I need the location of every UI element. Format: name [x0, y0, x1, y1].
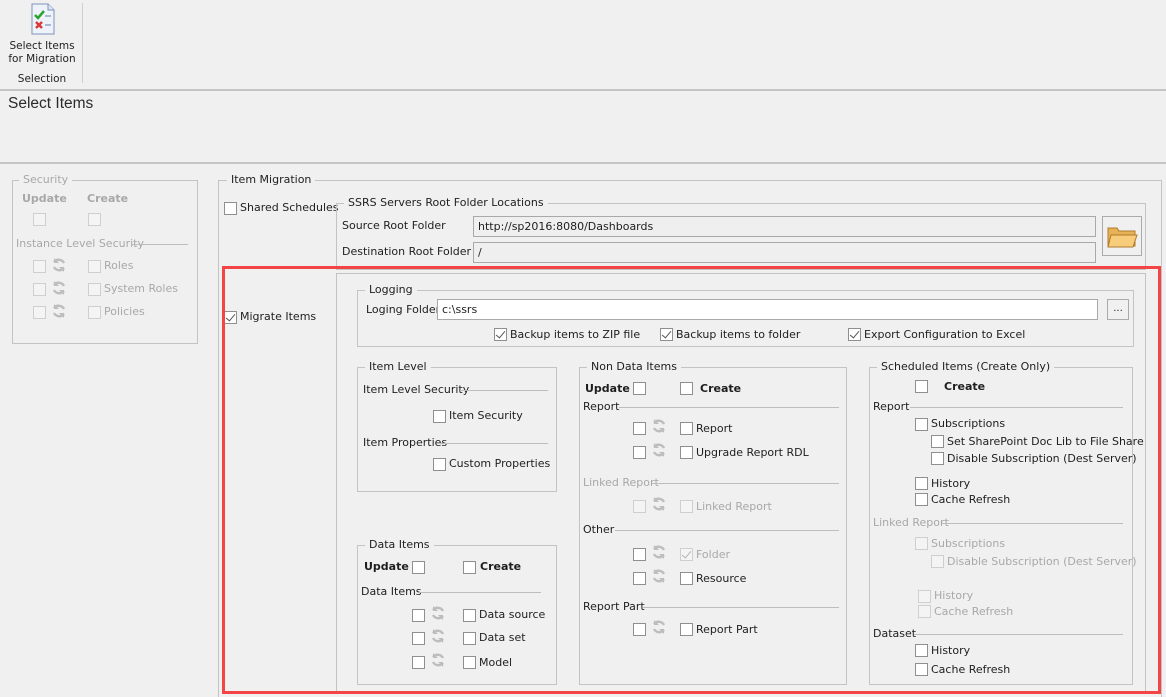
system-roles-update-checkbox[interactable] — [33, 283, 46, 296]
checklist-icon — [31, 3, 55, 35]
header-divider — [0, 162, 1166, 164]
ribbon-group-label: Selection — [17, 73, 67, 85]
source-root-folder-label: Source Root Folder — [342, 219, 446, 232]
destination-root-folder-label: Destination Root Folder — [342, 245, 472, 258]
highlight-box — [222, 266, 1161, 694]
ribbon-button-label-line2: for Migration — [8, 53, 76, 65]
ribbon-separator — [82, 3, 83, 83]
security-update-checkbox[interactable] — [33, 213, 46, 226]
item-migration-title: Item Migration — [227, 173, 316, 187]
shared-schedules-label: Shared Schedules — [240, 201, 339, 214]
refresh-icon — [52, 281, 66, 295]
separator — [132, 244, 188, 245]
refresh-icon — [52, 258, 66, 272]
roles-update-checkbox[interactable] — [33, 260, 46, 273]
browse-root-folder-button[interactable] — [1102, 216, 1142, 256]
security-create-label: Create — [87, 192, 129, 205]
destination-root-folder-input[interactable]: / — [473, 242, 1096, 263]
security-group-title: Security — [19, 173, 73, 187]
policies-label: Policies — [104, 305, 145, 318]
policies-update-checkbox[interactable] — [33, 306, 46, 319]
folder-open-icon — [1107, 227, 1138, 248]
ribbon-divider — [0, 89, 1166, 91]
policies-checkbox[interactable] — [88, 306, 101, 319]
root-folders-title: SSRS Servers Root Folder Locations — [344, 196, 548, 210]
refresh-icon — [52, 304, 66, 318]
instance-level-security-label: Instance Level Security — [16, 237, 144, 250]
ribbon-button-label: Select Items for Migration — [6, 40, 78, 66]
system-roles-checkbox[interactable] — [88, 283, 101, 296]
select-items-for-migration-button[interactable]: Select Items for Migration — [6, 2, 78, 68]
security-update-label: Update — [22, 192, 67, 205]
ribbon-button-label-line1: Select Items — [9, 40, 75, 52]
roles-label: Roles — [104, 259, 134, 272]
system-roles-label: System Roles — [104, 282, 178, 295]
source-root-folder-input[interactable]: http://sp2016:8080/Dashboards — [473, 216, 1096, 237]
page-title: Select Items — [8, 95, 94, 112]
shared-schedules-checkbox[interactable] — [224, 202, 237, 215]
roles-checkbox[interactable] — [88, 260, 101, 273]
ribbon: Select Items for Migration Selection — [0, 0, 1166, 89]
security-create-checkbox[interactable] — [88, 213, 101, 226]
